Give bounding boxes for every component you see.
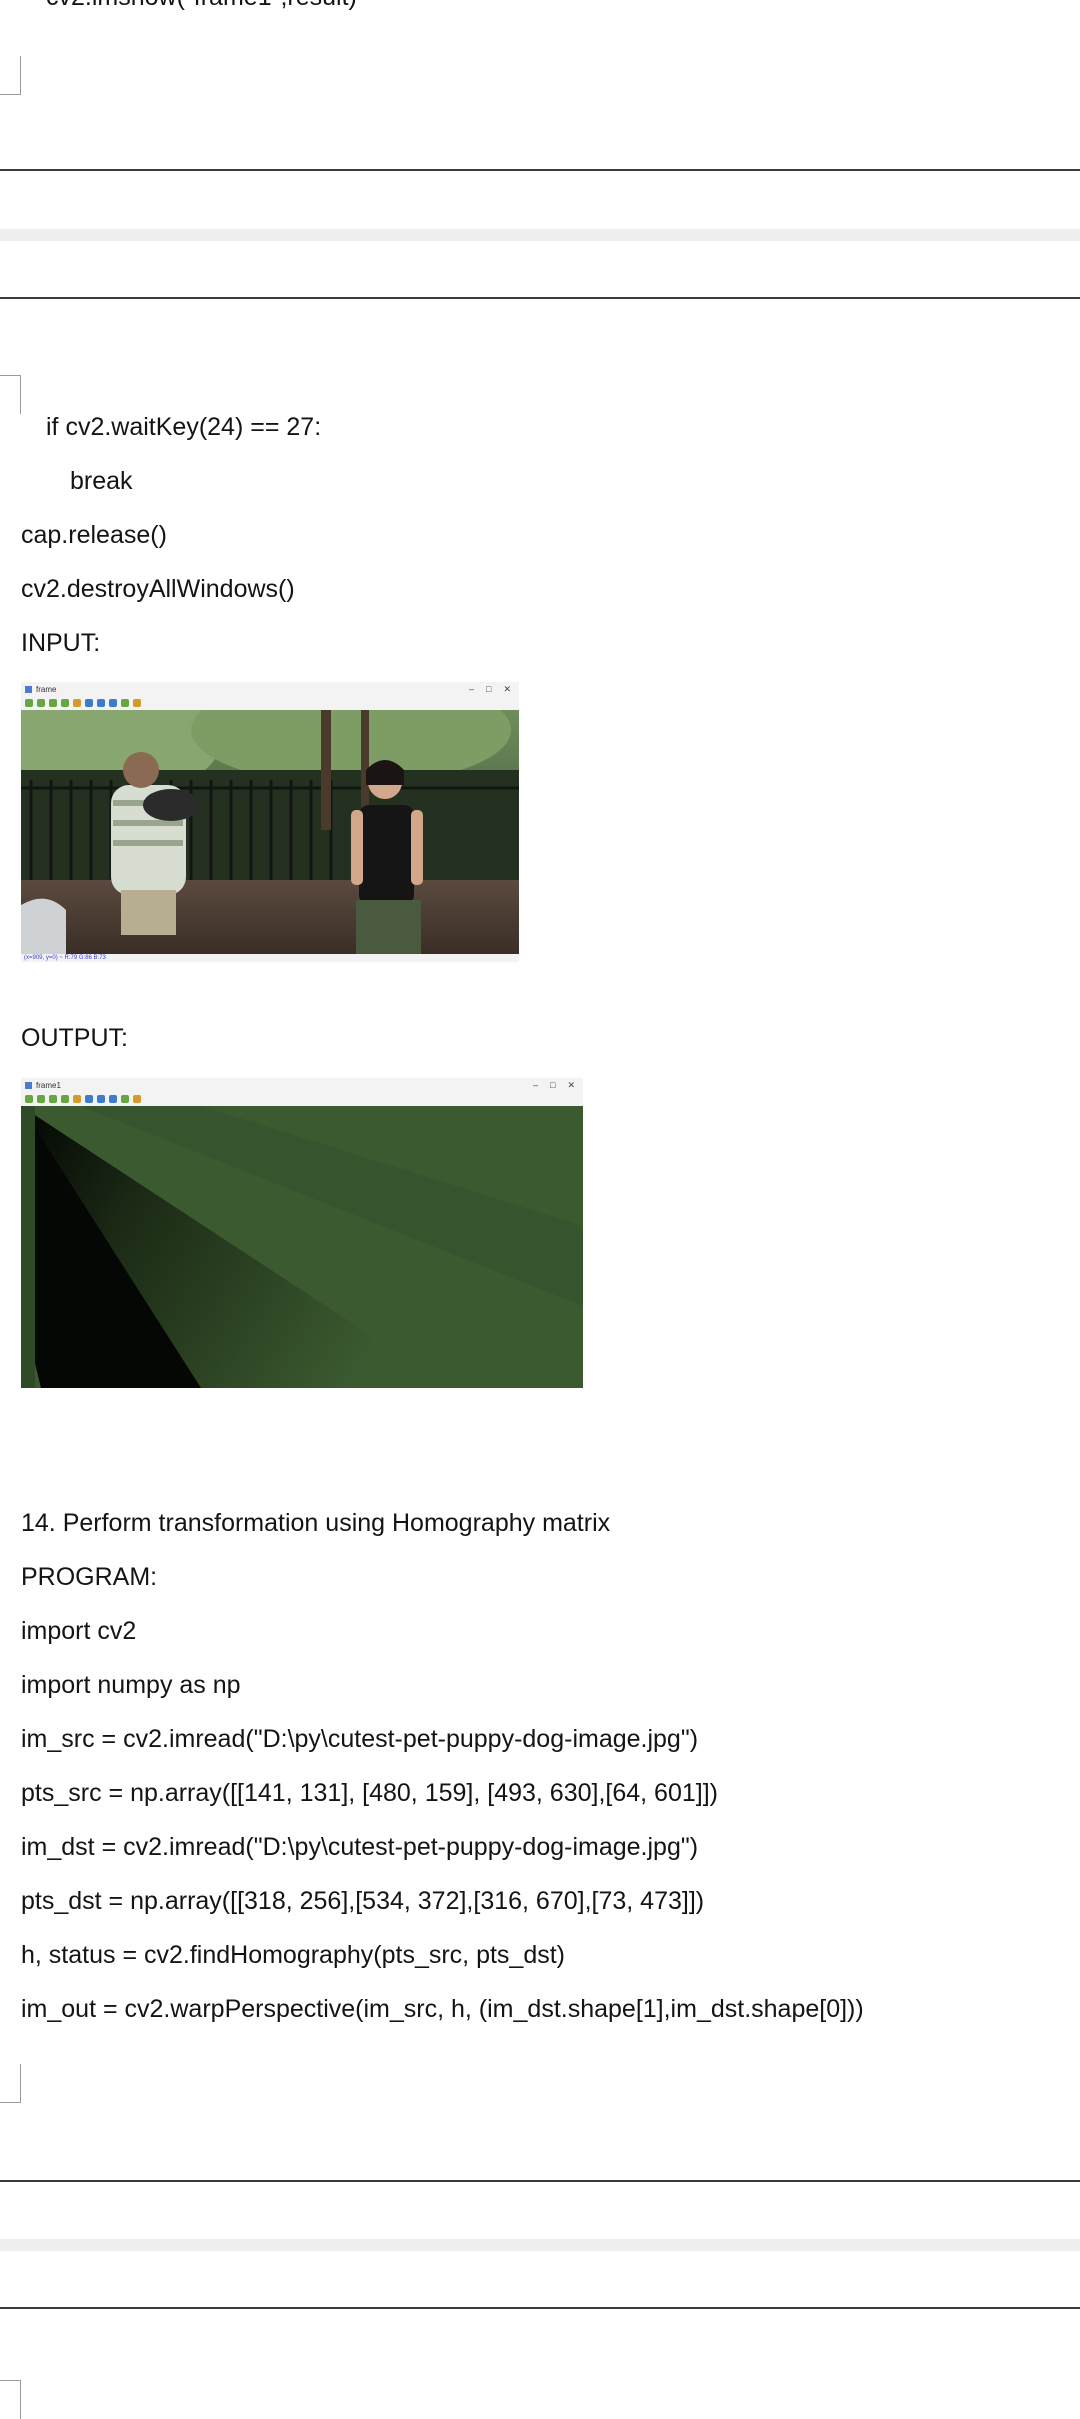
zoom-out-icon bbox=[97, 1095, 105, 1103]
zoom-reset-icon bbox=[121, 699, 129, 707]
code-line: import cv2 bbox=[21, 1617, 137, 1645]
outdoor-scene-image bbox=[21, 710, 519, 954]
window-titlebar: frame – □ ✕ bbox=[21, 682, 519, 696]
arrow-down-icon bbox=[61, 699, 69, 707]
arrow-left-icon bbox=[25, 1095, 33, 1103]
zoom-fit-icon bbox=[109, 699, 117, 707]
page-gap bbox=[0, 229, 1080, 241]
window-titlebar: frame1 – □ ✕ bbox=[21, 1078, 583, 1092]
properties-icon bbox=[133, 1095, 141, 1103]
page-top-rule bbox=[0, 297, 1080, 299]
page-top-rule bbox=[0, 2307, 1080, 2309]
zoom-in-icon bbox=[85, 1095, 93, 1103]
arrow-up-icon bbox=[49, 699, 57, 707]
window-title: frame1 bbox=[36, 1080, 61, 1090]
code-line: pts_src = np.array([[141, 131], [480, 15… bbox=[21, 1779, 718, 1807]
window-app-icon bbox=[25, 685, 32, 693]
crop-mark bbox=[0, 375, 21, 414]
arrow-up-icon bbox=[49, 1095, 57, 1103]
maximize-icon: □ bbox=[486, 683, 492, 694]
code-line: pts_dst = np.array([[318, 256],[534, 372… bbox=[21, 1887, 705, 1915]
code-line: break bbox=[70, 467, 133, 495]
warped-output-image bbox=[21, 1106, 583, 1388]
save-icon bbox=[73, 699, 81, 707]
page-bottom-rule bbox=[0, 2180, 1080, 2182]
crop-mark bbox=[0, 56, 21, 95]
zoom-out-icon bbox=[97, 699, 105, 707]
program-label: PROGRAM: bbox=[21, 1563, 158, 1591]
code-line: im_dst = cv2.imread("D:\py\cutest-pet-pu… bbox=[21, 1833, 699, 1861]
section-heading: 14. Perform transformation using Homogra… bbox=[21, 1509, 611, 1537]
maximize-icon: □ bbox=[550, 1079, 556, 1090]
properties-icon bbox=[133, 699, 141, 707]
page-gap bbox=[0, 2239, 1080, 2251]
window-toolbar bbox=[21, 696, 519, 710]
zoom-reset-icon bbox=[121, 1095, 129, 1103]
zoom-fit-icon bbox=[109, 1095, 117, 1103]
output-window-screenshot: frame1 – □ ✕ bbox=[21, 1078, 583, 1388]
code-line-cut: cv2.imshow("frame1",result) bbox=[46, 0, 357, 12]
arrow-right-icon bbox=[37, 1095, 45, 1103]
arrow-down-icon bbox=[61, 1095, 69, 1103]
input-window-screenshot: frame – □ ✕ (x=909, y=0) ~ R:79 G:86 B:7… bbox=[21, 682, 519, 962]
window-toolbar bbox=[21, 1092, 583, 1106]
code-line: cv2.destroyAllWindows() bbox=[21, 575, 295, 603]
window-app-icon bbox=[25, 1081, 32, 1089]
page-bottom-rule bbox=[0, 169, 1080, 171]
code-line: h, status = cv2.findHomography(pts_src, … bbox=[21, 1941, 565, 1969]
code-line: cap.release() bbox=[21, 521, 167, 549]
crop-mark bbox=[0, 2064, 21, 2103]
arrow-right-icon bbox=[37, 699, 45, 707]
window-status-bar: (x=909, y=0) ~ R:79 G:86 B:73 bbox=[21, 954, 519, 962]
arrow-left-icon bbox=[25, 699, 33, 707]
close-icon: ✕ bbox=[567, 1079, 575, 1090]
code-line: if cv2.waitKey(24) == 27: bbox=[46, 413, 322, 441]
zoom-in-icon bbox=[85, 699, 93, 707]
code-line: import numpy as np bbox=[21, 1671, 241, 1699]
close-icon: ✕ bbox=[503, 683, 511, 694]
window-title: frame bbox=[36, 684, 57, 694]
code-line: im_src = cv2.imread("D:\py\cutest-pet-pu… bbox=[21, 1725, 699, 1753]
minimize-icon: – bbox=[469, 683, 475, 694]
code-line: im_out = cv2.warpPerspective(im_src, h, … bbox=[21, 1995, 864, 2023]
save-icon bbox=[73, 1095, 81, 1103]
output-label: OUTPUT: bbox=[21, 1024, 128, 1052]
minimize-icon: – bbox=[533, 1079, 539, 1090]
input-label: INPUT: bbox=[21, 629, 101, 657]
